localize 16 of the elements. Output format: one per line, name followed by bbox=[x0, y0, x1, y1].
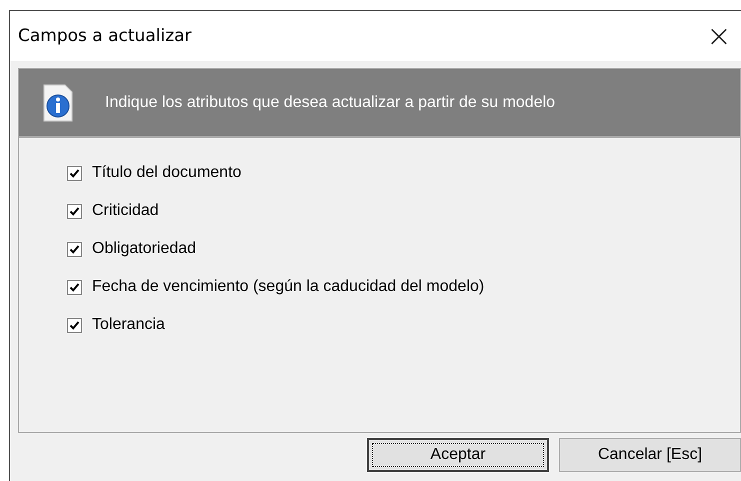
checkbox-label[interactable]: Obligatoriedad bbox=[92, 240, 196, 258]
checkbox[interactable] bbox=[67, 242, 82, 256]
checkbox-label[interactable]: Título del documento bbox=[92, 164, 242, 182]
checkbox-label[interactable]: Fecha de vencimiento (según la caducidad del modelo) bbox=[92, 278, 484, 296]
info-icon bbox=[43, 84, 73, 122]
dialog-button[interactable]: Cancelar [Esc] bbox=[559, 438, 741, 472]
close-button[interactable]: × bbox=[697, 18, 741, 54]
checkbox[interactable] bbox=[67, 204, 82, 218]
dialog-button[interactable]: Aceptar bbox=[367, 438, 549, 472]
checkbox-label[interactable]: Tolerancia bbox=[92, 316, 165, 334]
checkbox[interactable] bbox=[67, 318, 82, 332]
banner-text: Indique los atributos que desea actualizar a partir de su modelo bbox=[105, 94, 556, 112]
checkbox[interactable] bbox=[67, 166, 82, 180]
checkbox[interactable] bbox=[67, 280, 82, 294]
window-title: Campos a actualizar bbox=[18, 26, 192, 46]
checkbox-label[interactable]: Criticidad bbox=[92, 202, 159, 220]
